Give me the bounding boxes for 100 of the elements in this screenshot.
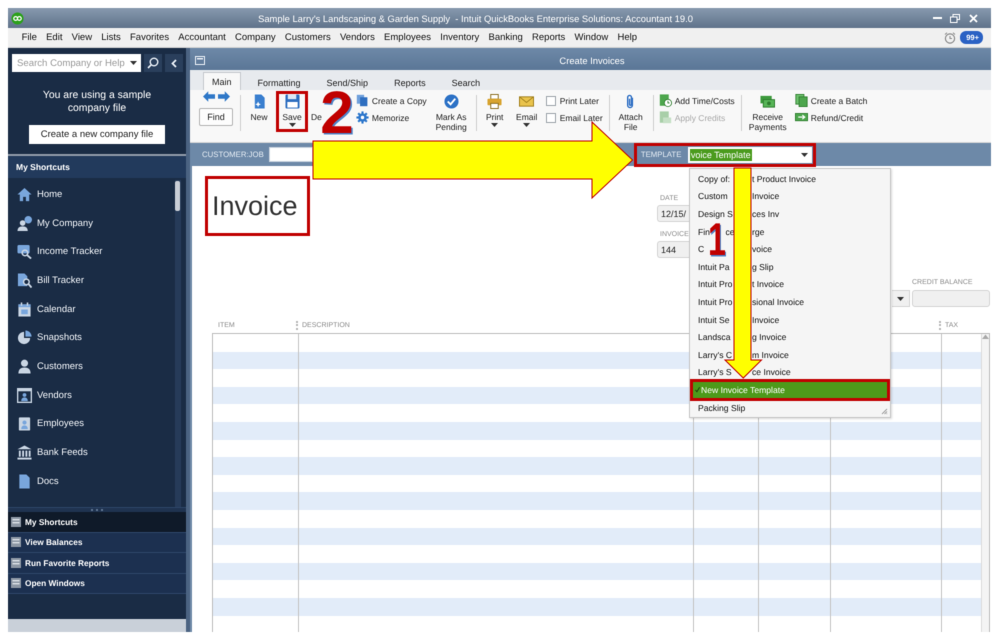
option-label[interactable]: Intuit Pro [698,279,732,290]
window-title: Sample Larry's Landscaping & Garden Supply - Intuit QuickBooks Enterprise Solutions: Accountant 19.0 [257,12,694,24]
option-label[interactable]: C [698,244,704,254]
checkbox-option[interactable]: Print Later [546,94,603,107]
menu-item[interactable]: Banking [484,32,528,43]
create-company-button[interactable]: Create a new company file [29,125,165,144]
option-label[interactable]: g Invoice [752,332,786,342]
option-label[interactable]: Custom [698,191,728,202]
toolbar-button[interactable]: Create a Copy [356,94,427,107]
shortcut-item[interactable]: Home [8,180,175,209]
person-badge-icon [17,216,32,231]
tab[interactable]: Main [203,72,241,90]
sidebar-section[interactable]: Run Favorite Reports [8,553,186,574]
splitter-handle[interactable] [8,507,186,512]
option-label[interactable]: rge [752,226,764,237]
forward-button[interactable] [218,91,230,102]
option-label[interactable]: sional Invoice [752,296,804,307]
dropdown-caret-icon [130,61,138,65]
shortcut-item[interactable]: Docs [8,466,175,496]
toolbar-button[interactable]: Add Time/Costs [658,94,735,107]
option-label[interactable]: Larry's S [698,367,732,378]
option-label[interactable]: Landsca [698,332,730,342]
template-dropdown[interactable]: voice Template [688,146,812,162]
shortcut-item[interactable]: Income Tracker [8,237,175,266]
toolbar-button[interactable]: Refund/Credit [794,111,868,124]
menu-item[interactable]: Company [230,32,280,43]
close-icon [968,14,978,22]
scrollbar[interactable] [175,180,181,507]
gear-icon [356,111,369,124]
menu-item[interactable]: Accountant [174,32,230,43]
sidebar-section[interactable]: Open Windows [8,574,186,594]
menu-item[interactable]: File [17,32,42,43]
option-label[interactable]: Copy of: [698,174,730,184]
option-label[interactable]: t Product Invoice [752,174,816,184]
toolbar-button[interactable]: New [244,91,274,124]
dropdown-field[interactable] [892,290,910,307]
toolbar-button[interactable]: Print [480,91,510,129]
option-label[interactable]: Invoice [752,314,780,325]
sidebar-section[interactable]: View Balances [8,532,186,553]
option-label[interactable]: Fin [698,226,710,237]
tab[interactable]: Reports [385,74,435,90]
toolbar-button[interactable]: Email [512,91,542,129]
restore-button[interactable] [947,11,963,25]
menu-item[interactable]: Inventory [436,32,484,43]
option-label[interactable]: ces Inv [752,208,780,219]
scrollbar[interactable] [981,334,989,632]
menu-item[interactable]: View [67,32,97,43]
option-label[interactable]: Intuit Se [698,314,730,325]
customer-field[interactable] [268,147,313,162]
option-label[interactable]: Larry's C [698,350,732,360]
checkbox-option[interactable]: Email Later [546,111,603,124]
document-magnifier-icon [17,272,32,288]
invoice-number-field[interactable]: 144 [657,241,689,258]
menu-item[interactable]: Help [612,32,642,43]
tab[interactable]: Search [442,74,490,90]
menu-item[interactable]: Favorites [125,32,174,43]
option-label[interactable]: Intuit Pa [698,262,730,272]
toolbar-button[interactable]: Create a Batch [794,94,868,107]
checkbox[interactable] [546,112,556,122]
toolbar-button[interactable]: Receive Payments [744,91,791,134]
tab[interactable]: Formatting [248,74,310,90]
option-label[interactable]: Intuit Pro [698,296,732,307]
menu-item[interactable]: Employees [379,32,436,43]
tab[interactable]: Send/Ship [318,74,378,90]
menu-option[interactable]: New Invoice Template [690,379,890,401]
toolbar-button[interactable]: Save [279,94,305,129]
collapse-button[interactable] [165,54,183,72]
toolbar-button[interactable]: De [311,112,322,122]
menu-item[interactable]: Reports [527,32,570,43]
date-field[interactable]: 12/15/ [657,205,689,222]
option-label[interactable]: ce Invoice [752,367,791,378]
option-label[interactable]: m Invoice [752,350,789,360]
option-label[interactable]: Invoice [752,191,780,202]
shortcut-item[interactable]: Calendar [8,294,175,324]
option-label[interactable]: voice [752,244,772,254]
option-label[interactable]: t Invoice [752,279,784,290]
menu-item[interactable]: Lists [96,32,126,43]
shortcut-item[interactable]: Vendors [8,380,175,410]
toolbar-button[interactable]: Mark As Pending [430,91,472,134]
menu-item[interactable]: Window [570,32,613,43]
menu-item[interactable]: Edit [42,32,68,43]
shortcut-item[interactable]: My Company [8,208,175,238]
shortcut-item[interactable]: Customers [8,352,175,381]
option-label[interactable]: g Slip [752,262,774,272]
menu-item[interactable]: Vendors [335,32,380,43]
checkbox[interactable] [546,96,556,106]
shortcut-item[interactable]: Bill Tracker [8,266,175,295]
sidebar-section[interactable]: My Shortcuts [8,512,186,532]
option-label[interactable]: Design S [698,208,733,219]
shortcut-item[interactable]: Bank Feeds [8,438,175,467]
toolbar-button[interactable]: Memorize [356,111,427,124]
back-button[interactable] [202,91,214,102]
toolbar-button[interactable]: Attach File [612,91,649,134]
menu-item[interactable]: Customers [280,32,336,43]
search-button[interactable] [144,54,162,72]
shortcut-item[interactable]: Snapshots [8,323,175,352]
find-button[interactable]: Find [199,108,233,126]
shortcut-item[interactable]: Employees [8,410,175,438]
option-label[interactable]: Packing Slip [698,402,746,413]
scrollbar-thumb[interactable] [175,181,180,211]
